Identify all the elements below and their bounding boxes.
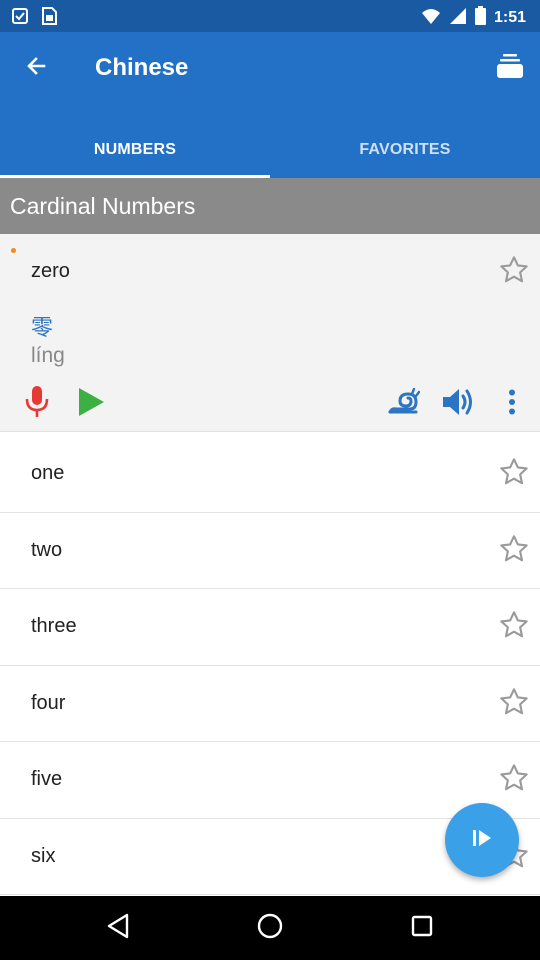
favorite-star-button[interactable] [498, 762, 530, 799]
nav-back-button[interactable] [98, 910, 138, 946]
favorite-star-button[interactable] [498, 533, 530, 570]
favorite-star-button[interactable] [498, 609, 530, 646]
arrow-back-icon [25, 55, 47, 82]
play-all-fab[interactable] [445, 803, 519, 877]
more-options-button[interactable] [494, 386, 530, 422]
pinyin-text: líng [31, 344, 65, 367]
list-item[interactable]: three [0, 589, 540, 666]
record-button[interactable] [19, 385, 55, 424]
item-word: six [31, 844, 56, 867]
flashcards-button[interactable] [490, 48, 530, 88]
cards-stack-icon [496, 53, 524, 84]
back-button[interactable] [14, 46, 58, 90]
microphone-icon [24, 385, 50, 424]
more-vert-icon [508, 389, 516, 420]
star-icon [498, 256, 530, 290]
expanded-list-item[interactable]: zero 零 líng [0, 234, 540, 432]
tab-numbers[interactable]: NUMBERS [0, 122, 270, 178]
item-word: two [31, 538, 63, 561]
status-bar: 1:51 [0, 0, 540, 32]
favorite-star-button[interactable] [498, 456, 530, 493]
chinese-characters: 零 [31, 315, 54, 340]
star-icon [498, 687, 530, 722]
signal-icon [449, 7, 467, 30]
star-icon [498, 611, 530, 645]
page-title: Chinese [95, 54, 189, 81]
play-next-icon [471, 828, 493, 853]
sim-icon [40, 6, 58, 31]
section-header: Cardinal Numbers [0, 178, 540, 234]
speaker-button[interactable] [440, 386, 476, 422]
list-item[interactable]: one [0, 436, 540, 513]
tab-favorites[interactable]: FAVORITES [270, 122, 540, 178]
nav-home-button[interactable] [250, 910, 290, 946]
item-word: four [31, 691, 66, 714]
list-item[interactable]: five [0, 742, 540, 819]
back-triangle-icon [106, 913, 130, 944]
favorite-star-button[interactable] [498, 254, 530, 291]
item-word: five [31, 768, 63, 790]
home-circle-icon [256, 912, 284, 945]
speaker-icon [441, 386, 475, 423]
slow-snail-icon [388, 387, 421, 421]
favorite-star-button[interactable] [498, 686, 530, 723]
star-icon [498, 458, 530, 492]
play-button[interactable] [73, 386, 109, 422]
status-time: 1:51 [493, 9, 526, 26]
slow-play-button[interactable] [386, 386, 422, 422]
battery-icon [474, 6, 486, 30]
item-word: three [31, 615, 77, 637]
item-word: one [31, 462, 65, 484]
play-icon [77, 387, 105, 422]
notification-icon [10, 6, 30, 31]
system-nav-bar [0, 896, 540, 960]
tab-bar: NUMBERS FAVORITES [0, 122, 540, 178]
item-word: zero [31, 260, 70, 282]
list-item[interactable]: two [0, 512, 540, 589]
nav-recents-button[interactable] [402, 910, 442, 946]
star-icon [498, 764, 530, 798]
list-item[interactable]: four [0, 665, 540, 742]
wifi-icon [421, 7, 441, 30]
new-indicator-dot [11, 248, 16, 253]
star-icon [498, 534, 530, 569]
recents-square-icon [410, 914, 434, 943]
app-bar: Chinese NUMBERS FAVORITES [0, 32, 540, 178]
